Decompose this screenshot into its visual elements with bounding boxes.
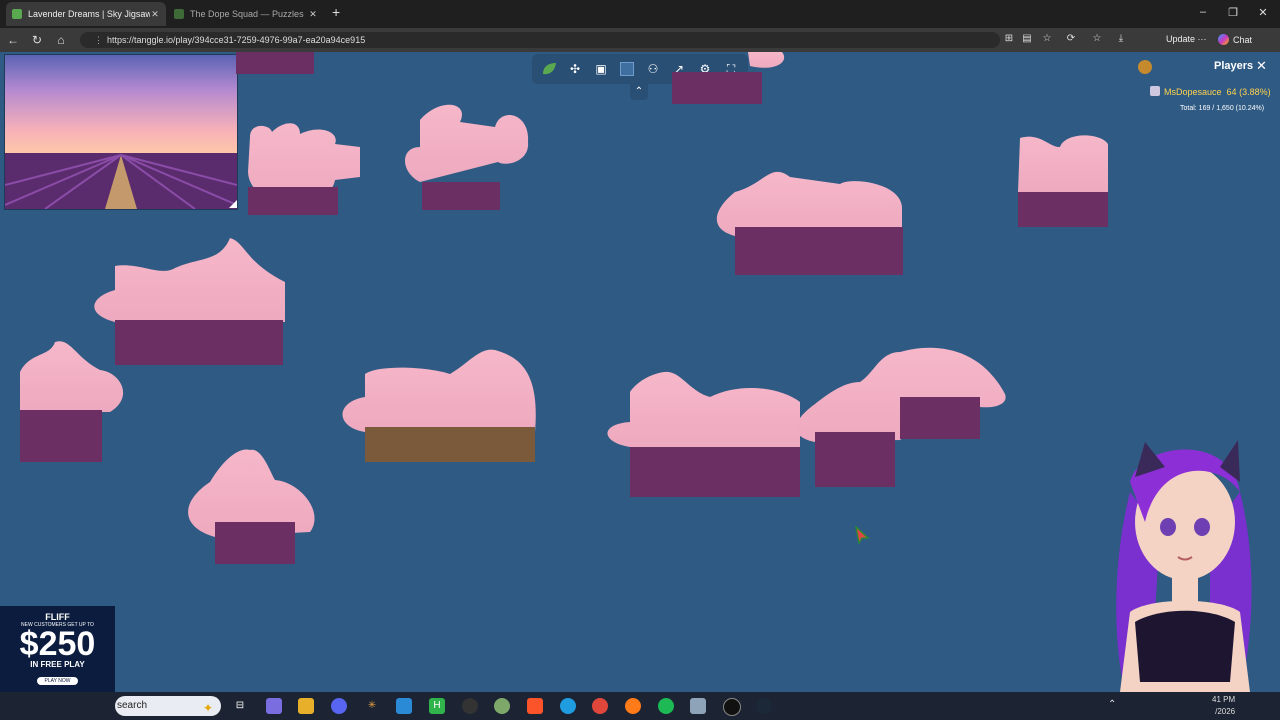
minimize-icon[interactable]: – — [1196, 6, 1210, 18]
address-toolbar: ← ↻ ⌂ ⋮ https://tanggle.io/play/394cce31-… — [0, 28, 1280, 74]
tray-overflow-icon[interactable]: ⌃ — [1108, 699, 1116, 710]
taskbar-clock[interactable]: 41 PM/2026 — [1212, 694, 1235, 718]
puzzle-piece[interactable] — [1018, 135, 1108, 227]
favorite-star-icon[interactable]: ☆ — [1040, 33, 1054, 44]
puzzle-piece[interactable] — [716, 171, 903, 275]
puzzle-piece[interactable] — [607, 371, 801, 497]
ad-play-now-button[interactable]: PLAY NOW — [36, 677, 79, 685]
reader-icon[interactable]: ▤ — [1020, 33, 1034, 44]
puzzle-board[interactable]: ✣ ▣ ⚇ ↗ ⚙ ⛶ ⌃ Players ✕ MsDopesauce 64 (… — [0, 52, 1280, 692]
extensions-icon[interactable]: ⟳ — [1064, 33, 1078, 44]
url-text: https://tanggle.io/play/394cce31-7259-49… — [107, 35, 366, 45]
edge-icon[interactable] — [560, 698, 576, 714]
copilot-icon — [1218, 34, 1229, 45]
tab-title: The Dope Squad — Puzzles — [190, 9, 304, 19]
chrome-icon[interactable] — [592, 698, 608, 714]
puzzle-piece[interactable] — [236, 52, 314, 74]
split-view-icon[interactable]: ⊞ — [1002, 33, 1016, 44]
new-tab-icon[interactable]: + — [332, 4, 340, 20]
taskbar-search[interactable]: search ✦ — [115, 696, 221, 716]
discord-icon[interactable] — [331, 698, 347, 714]
puzzle-piece[interactable] — [20, 341, 124, 462]
app-icon[interactable] — [723, 698, 741, 716]
puzzle-piece[interactable] — [248, 123, 360, 215]
copilot-app-icon[interactable] — [266, 698, 282, 714]
favorites-icon[interactable]: ☆ — [1090, 33, 1104, 44]
browser-tab-strip: Lavender Dreams | Sky Jigsaw ✕ The Dope … — [0, 0, 1280, 28]
puzzle-piece[interactable] — [94, 238, 286, 365]
address-bar[interactable]: ⋮ https://tanggle.io/play/394cce31-7259-4… — [80, 32, 1000, 48]
player-cursor-icon — [854, 525, 870, 549]
app-icon[interactable] — [690, 698, 706, 714]
fliff-advertisement[interactable]: FLIFF NEW CUSTOMERS GET UP TO $250 IN FR… — [0, 606, 115, 692]
home-icon[interactable]: ⌂ — [54, 33, 68, 47]
tab-lavender-dreams[interactable]: Lavender Dreams | Sky Jigsaw ✕ — [6, 2, 166, 26]
puzzle-piece[interactable] — [405, 104, 529, 210]
brave-icon[interactable] — [527, 698, 543, 714]
ad-line2: IN FREE PLAY — [30, 660, 85, 669]
spotify-icon[interactable] — [658, 698, 674, 714]
puzzle-piece[interactable] — [672, 52, 785, 104]
window-close-icon[interactable]: ✕ — [1256, 6, 1270, 19]
update-button[interactable]: Update ··· — [1166, 34, 1207, 44]
puzzle-piece[interactable] — [342, 349, 536, 462]
file-explorer-icon[interactable] — [298, 698, 314, 714]
ad-brand: FLIFF — [45, 612, 70, 622]
app-icon[interactable] — [462, 698, 478, 714]
tanggle-favicon-icon — [174, 9, 184, 19]
app-icon[interactable] — [494, 698, 510, 714]
task-view-icon[interactable]: ⊟ — [232, 698, 248, 714]
steam-icon[interactable] — [756, 698, 772, 714]
reload-icon[interactable]: ↻ — [30, 33, 44, 47]
copilot-sparkle-icon: ✦ — [202, 701, 213, 715]
tab-dope-squad[interactable]: The Dope Squad — Puzzles ✕ — [168, 2, 324, 26]
site-info-icon[interactable]: ⋮ — [94, 35, 103, 45]
windows-taskbar: search ✦ ⊟ ✳ H ⌃ 41 PM/2026 — [0, 692, 1280, 720]
tanggle-favicon-icon — [12, 9, 22, 19]
app-icon[interactable] — [396, 698, 412, 714]
vtuber-avatar — [1090, 422, 1280, 697]
puzzle-piece[interactable] — [188, 449, 315, 564]
tab-title: Lavender Dreams | Sky Jigsaw — [28, 9, 150, 19]
app-icon[interactable]: H — [429, 698, 445, 714]
app-icon[interactable]: ✳ — [364, 698, 380, 714]
puzzle-piece[interactable] — [796, 347, 1006, 487]
restore-icon[interactable]: ❐ — [1226, 6, 1240, 19]
ad-amount: $250 — [19, 625, 96, 663]
copilot-chat-button[interactable]: Chat — [1218, 34, 1252, 45]
firefox-icon[interactable] — [625, 698, 641, 714]
close-tab-icon[interactable]: ✕ — [308, 9, 318, 20]
close-tab-icon[interactable]: ✕ — [150, 9, 160, 20]
downloads-icon[interactable]: ⤓ — [1114, 33, 1128, 44]
back-icon[interactable]: ← — [6, 33, 20, 47]
